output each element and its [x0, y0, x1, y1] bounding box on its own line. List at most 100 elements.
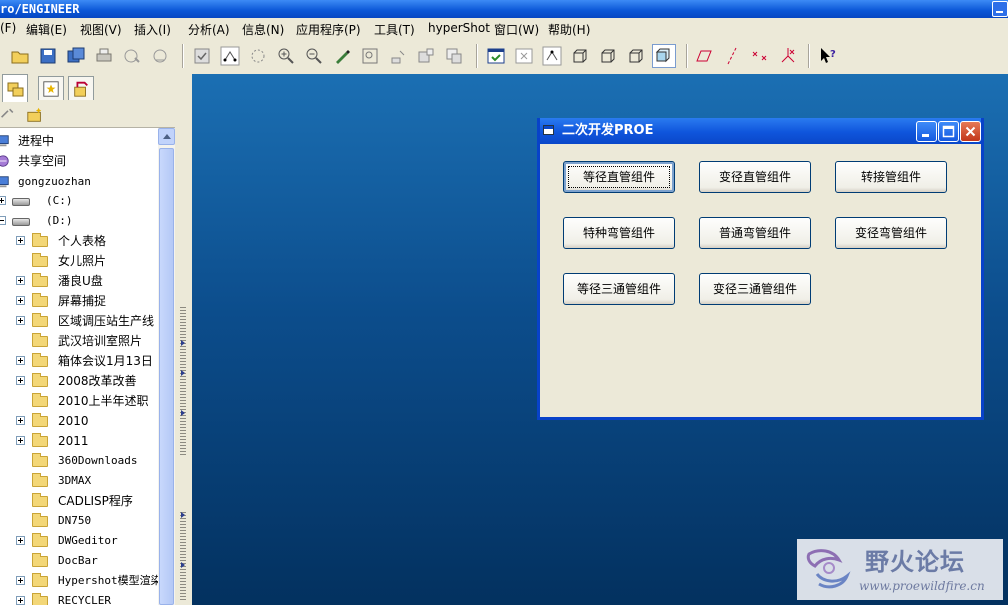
navigator-splitter[interactable] [175, 102, 192, 605]
menu-tools[interactable]: 工具(T) [374, 21, 415, 38]
menu-edit[interactable]: 编辑(E) [26, 21, 67, 38]
scroll-thumb[interactable] [159, 148, 174, 605]
save-copy-icon[interactable] [66, 46, 86, 66]
equal-straight-pipe-button[interactable]: 等径直管组件 [563, 161, 675, 193]
tree-item-folder[interactable]: 2010 [0, 411, 158, 431]
datum-plane-icon[interactable] [694, 46, 714, 66]
context-help-icon[interactable]: ? [818, 46, 838, 66]
tree-item-shared-space[interactable]: 共享空间 [0, 151, 158, 171]
regenerate-icon[interactable] [192, 46, 212, 66]
close-window-icon[interactable] [514, 46, 534, 66]
zoom-out-icon[interactable] [304, 46, 324, 66]
tree-item-folder[interactable]: 区域调压站生产线 [0, 311, 158, 331]
datum-icon[interactable] [220, 46, 240, 66]
menu-applications[interactable]: 应用程序(P) [296, 21, 361, 38]
expand-toggle[interactable] [16, 416, 25, 425]
orient-icon[interactable] [388, 46, 408, 66]
tree-item-folder[interactable]: Hypershot模型渲染 [0, 571, 158, 591]
dialog-title-bar[interactable]: 二次开发PROE [540, 118, 981, 144]
menu-window[interactable]: 窗口(W) [494, 21, 539, 38]
adapter-pipe-button[interactable]: 转接管组件 [835, 161, 947, 193]
mail-icon[interactable] [150, 46, 170, 66]
tree-item-folder[interactable]: 屏幕捕捉 [0, 291, 158, 311]
print-icon[interactable] [94, 46, 114, 66]
close-button[interactable] [960, 121, 981, 142]
expand-toggle[interactable] [16, 436, 25, 445]
datum-axis-icon[interactable] [722, 46, 742, 66]
tree-item-folder[interactable]: CADLISP程序 [0, 491, 158, 511]
tree-item-folder[interactable]: 个人表格 [0, 231, 158, 251]
expand-toggle[interactable] [16, 236, 25, 245]
expand-toggle[interactable] [16, 596, 25, 605]
minimize-button[interactable] [992, 1, 1008, 17]
no-hidden-icon[interactable] [626, 46, 646, 66]
tree-item-folder[interactable]: 女儿照片 [0, 251, 158, 271]
minimize-button[interactable] [916, 121, 937, 142]
expand-toggle[interactable] [0, 196, 6, 205]
send-icon[interactable] [122, 46, 142, 66]
menu-help[interactable]: 帮助(H) [548, 21, 590, 38]
open-folder-icon[interactable] [10, 46, 30, 66]
zoom-in-icon[interactable] [276, 46, 296, 66]
expand-toggle[interactable] [16, 356, 25, 365]
reducing-elbow-button[interactable]: 变径弯管组件 [835, 217, 947, 249]
scroll-up-button[interactable] [158, 128, 175, 145]
menu-file[interactable]: (F) [0, 21, 16, 35]
tree-item-drive-c[interactable]: (C:) [0, 191, 158, 211]
tree-item-folder[interactable]: RECYCLER [0, 591, 158, 605]
new-folder-icon[interactable] [26, 106, 44, 124]
splitter-grip[interactable] [180, 307, 186, 457]
tree-item-workspace[interactable]: gongzuozhan [0, 172, 158, 192]
refit-icon[interactable] [360, 46, 380, 66]
expand-toggle[interactable] [16, 276, 25, 285]
special-elbow-button[interactable]: 特种弯管组件 [563, 217, 675, 249]
tree-item-folder[interactable]: 2010上半年述职 [0, 391, 158, 411]
datum-point-icon[interactable] [750, 46, 770, 66]
shading-icon[interactable] [652, 44, 676, 68]
expand-toggle[interactable] [16, 296, 25, 305]
tree-item-drive-d[interactable]: (D:) [0, 211, 158, 231]
menu-insert[interactable]: 插入(I) [134, 21, 171, 38]
tree-item-folder[interactable]: DWGeditor [0, 531, 158, 551]
menu-analysis[interactable]: 分析(A) [188, 21, 230, 38]
menu-view[interactable]: 视图(V) [80, 21, 122, 38]
tree-item-folder[interactable]: 武汉培训室照片 [0, 331, 158, 351]
equal-tee-button[interactable]: 等径三通管组件 [563, 273, 675, 305]
spin-icon[interactable] [248, 46, 268, 66]
tree-item-folder[interactable]: 3DMAX [0, 471, 158, 491]
sketch-icon[interactable] [542, 46, 562, 66]
tree-scrollbar[interactable] [158, 128, 175, 605]
tree-item-in-session[interactable]: 进程中 [0, 131, 158, 151]
tab-model-tree[interactable] [2, 74, 28, 102]
saved-views-icon[interactable] [444, 46, 464, 66]
reducing-straight-pipe-button[interactable]: 变径直管组件 [699, 161, 811, 193]
menu-info[interactable]: 信息(N) [242, 21, 284, 38]
standard-elbow-button[interactable]: 普通弯管组件 [699, 217, 811, 249]
tab-favorites[interactable] [38, 76, 64, 100]
collapse-arrow-icon[interactable] [181, 340, 185, 346]
coordinate-system-icon[interactable] [778, 46, 798, 66]
collapse-arrow-icon[interactable] [181, 410, 185, 416]
tree-item-folder[interactable]: DocBar [0, 551, 158, 571]
splitter-grip[interactable] [180, 512, 186, 602]
collapse-arrow-icon[interactable] [181, 512, 185, 518]
window-active-icon[interactable] [486, 46, 506, 66]
expand-toggle[interactable] [16, 576, 25, 585]
tree-item-folder[interactable]: 360Downloads [0, 451, 158, 471]
hidden-line-icon[interactable] [598, 46, 618, 66]
expand-toggle[interactable] [16, 376, 25, 385]
expand-toggle[interactable] [16, 316, 25, 325]
wireframe-icon[interactable] [570, 46, 590, 66]
collapse-arrow-icon[interactable] [181, 370, 185, 376]
collapse-arrow-icon[interactable] [181, 562, 185, 568]
tree-item-folder[interactable]: 潘良U盘 [0, 271, 158, 291]
tree-item-folder[interactable]: 2011 [0, 431, 158, 451]
collapse-toggle[interactable] [0, 216, 6, 225]
expand-toggle[interactable] [16, 536, 25, 545]
tree-item-folder[interactable]: 箱体会议1月13日 [0, 351, 158, 371]
view-manager-icon[interactable] [416, 46, 436, 66]
tree-item-folder[interactable]: 2008改革改善 [0, 371, 158, 391]
menu-hypershot[interactable]: hyperShot [428, 21, 490, 35]
repaint-icon[interactable] [332, 46, 352, 66]
reducing-tee-button[interactable]: 变径三通管组件 [699, 273, 811, 305]
